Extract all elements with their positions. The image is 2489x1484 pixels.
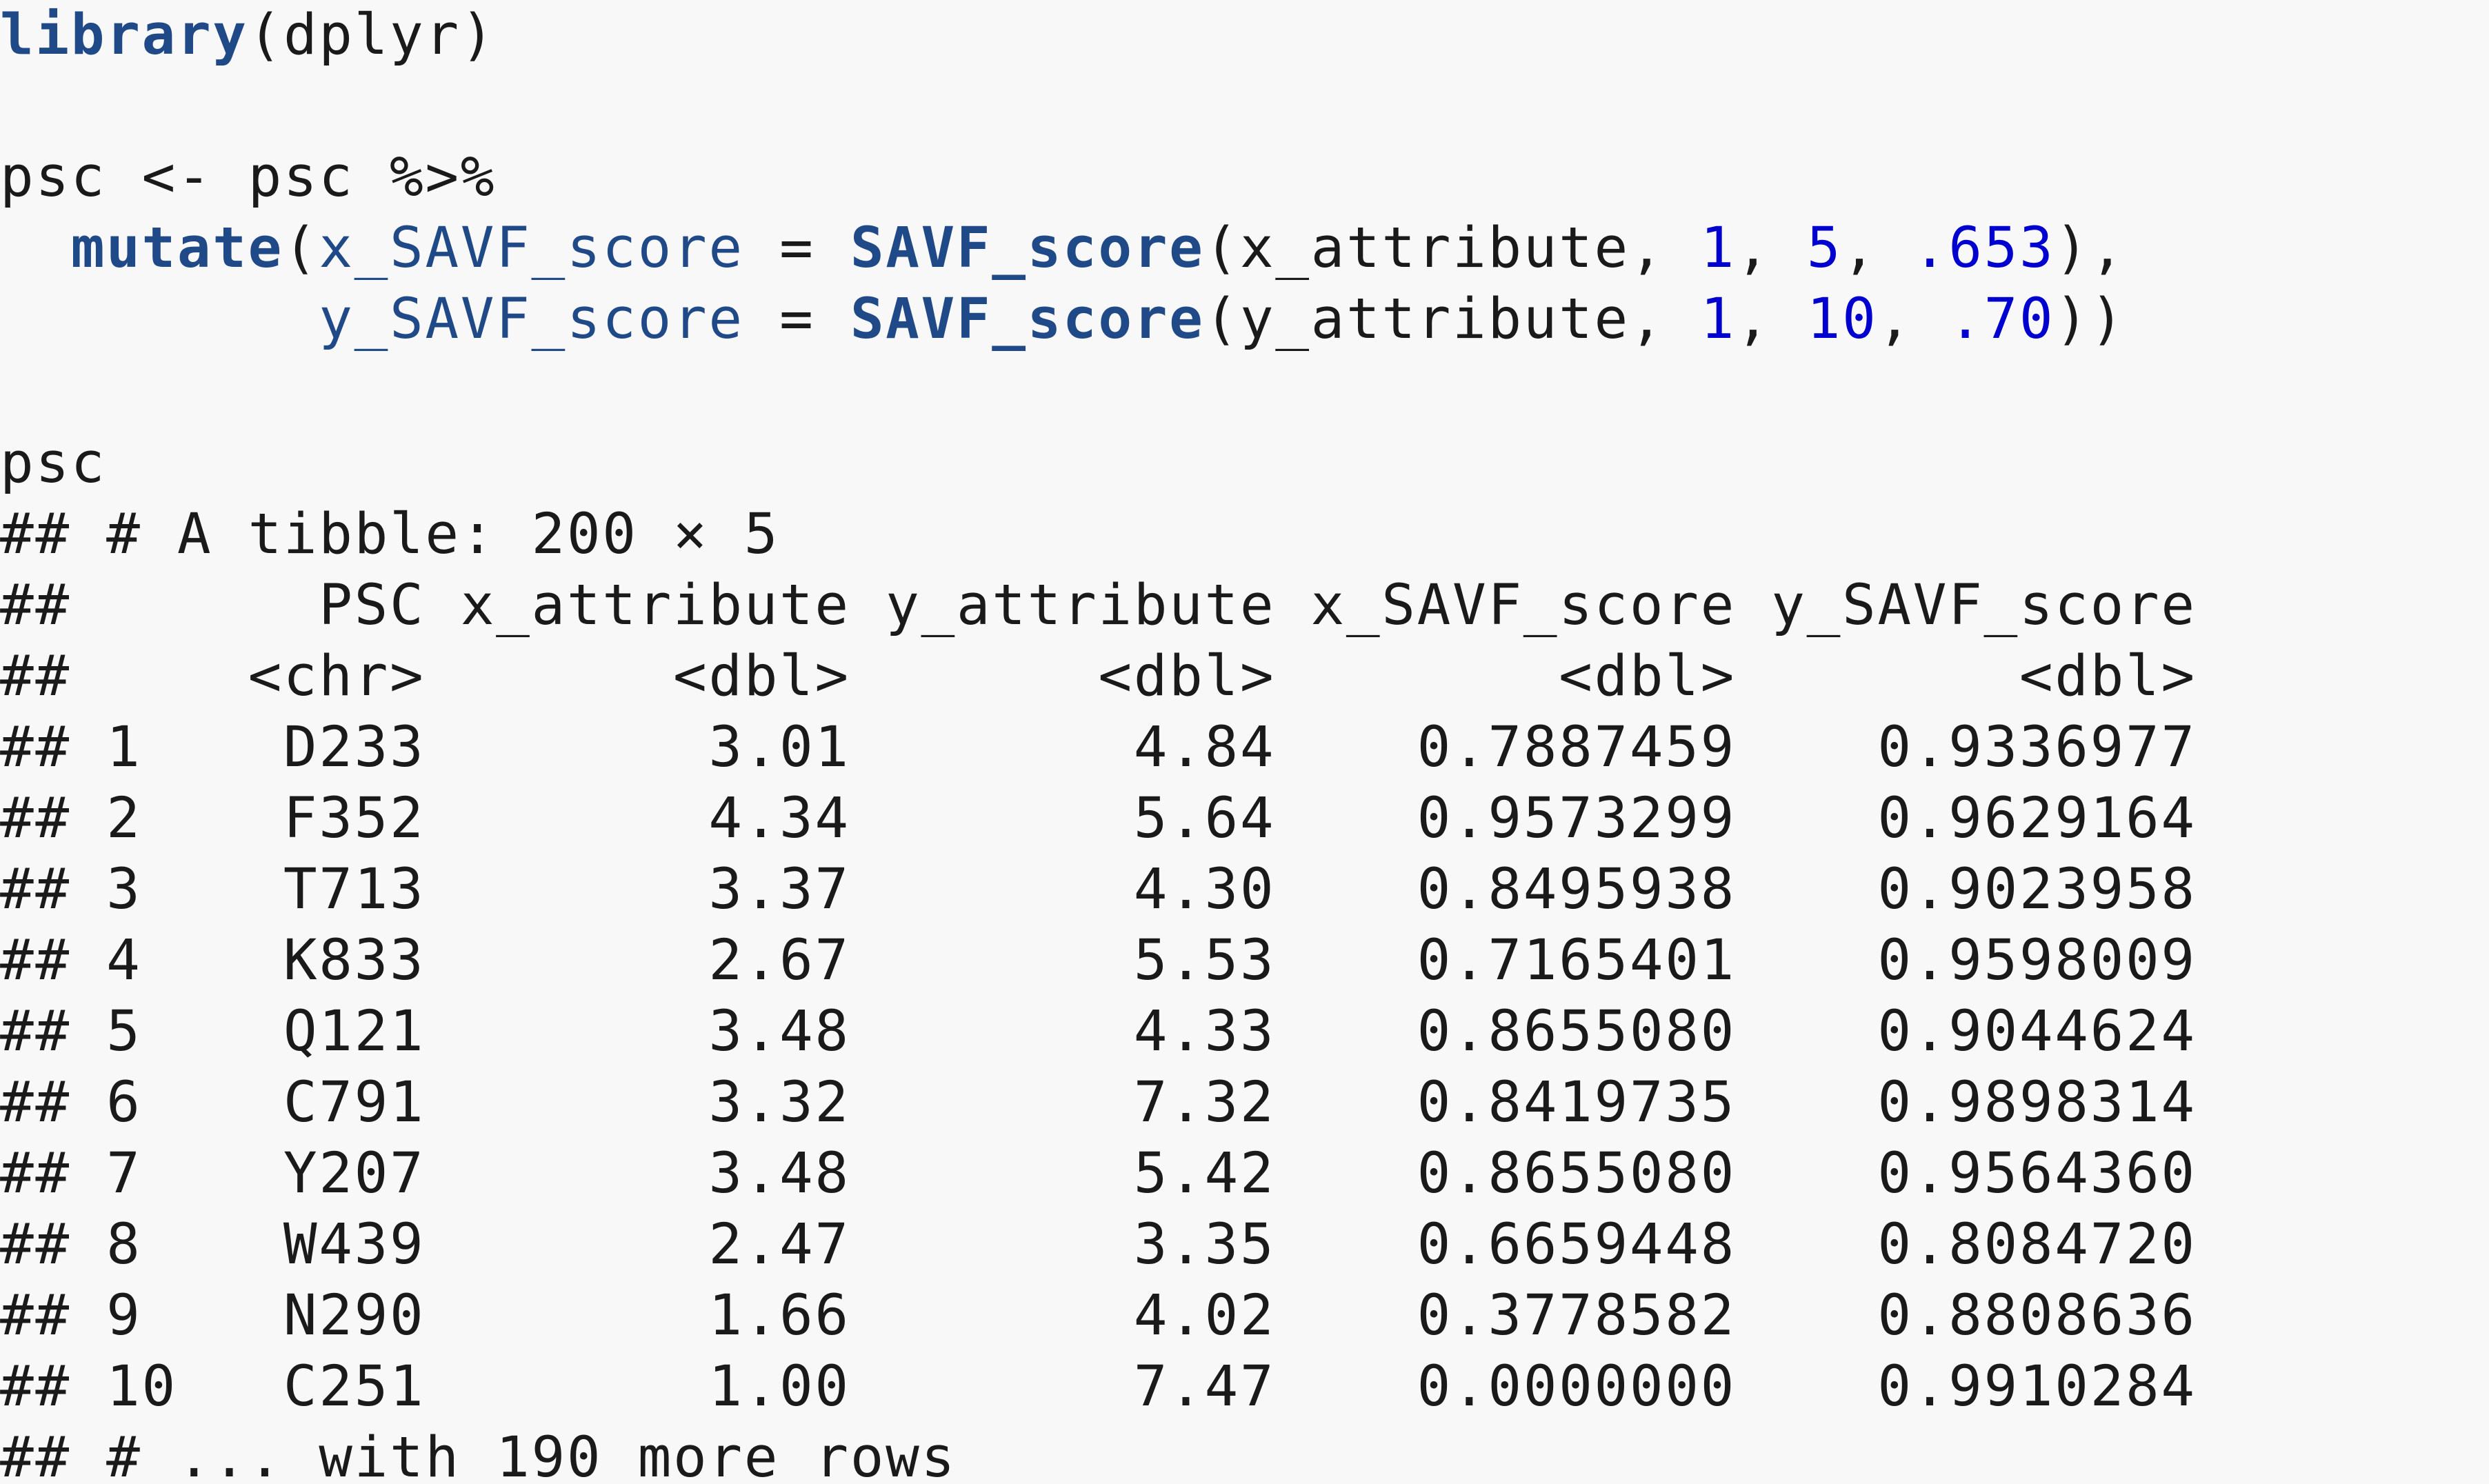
table-row: ## 1 D233 3.01 4.84 0.7887459 0.9336977 — [0, 715, 2197, 780]
number-literal: 10 — [1806, 287, 1878, 352]
table-row: ## 10 C251 1.00 7.47 0.0000000 0.9910284 — [0, 1354, 2197, 1419]
print-command: psc — [0, 431, 107, 496]
table-row: ## 2 F352 4.34 5.64 0.9573299 0.9629164 — [0, 786, 2197, 851]
table-row: ## 3 T713 3.37 4.30 0.8495938 0.9023958 — [0, 857, 2197, 922]
code-document: library(dplyr) psc <- psc %>% mutate(x_S… — [0, 0, 2489, 1484]
code-line-mutate: mutate(x_SAVF_score = SAVF_score(x_attri… — [70, 216, 2126, 281]
number-literal: 1 — [1700, 216, 1737, 281]
savf-score-function: SAVF_score — [850, 216, 1205, 281]
table-row: ## 8 W439 2.47 3.35 0.6659448 0.8084720 — [0, 1212, 2197, 1277]
table-footer: ## # ... with 190 more rows — [0, 1425, 957, 1484]
r-console-output: psc ## # A tibble: 200 × 5 ## PSC x_attrib… — [0, 428, 2197, 1484]
x-score-variable: x_SAVF_score — [319, 216, 744, 281]
table-column-types: ## <chr> <dbl> <dbl> <dbl> <dbl> — [0, 644, 2197, 709]
table-row: ## 6 C791 3.32 7.32 0.8419735 0.9898314 — [0, 1070, 2197, 1135]
y-score-variable: y_SAVF_score — [319, 287, 744, 352]
number-literal: 1 — [1700, 287, 1736, 352]
code-line-pipe: psc <- psc %>% — [0, 145, 497, 210]
table-header: ## PSC x_attribute y_attribute x_SAVF_sc… — [0, 573, 2197, 638]
library-function: library — [0, 3, 248, 68]
code-line-y-score: y_SAVF_score = SAVF_score(y_attribute, 1… — [319, 287, 2126, 352]
table-row: ## 7 Y207 3.48 5.42 0.8655080 0.9564360 — [0, 1141, 2197, 1206]
table-row: ## 4 K833 2.67 5.53 0.7165401 0.9598009 — [0, 928, 2197, 993]
number-literal: 5 — [1806, 216, 1843, 281]
number-literal: .70 — [1948, 287, 2055, 352]
table-row: ## 5 Q121 3.48 4.33 0.8655080 0.9044624 — [0, 999, 2197, 1064]
library-argument: (dplyr) — [248, 3, 497, 68]
table-row: ## 9 N290 1.66 4.02 0.3778582 0.8808636 — [0, 1283, 2197, 1348]
tibble-summary: ## # A tibble: 200 × 5 — [0, 502, 780, 567]
mutate-function: mutate — [70, 216, 283, 281]
number-literal: .653 — [1912, 216, 2055, 281]
code-line-library: library(dplyr) — [0, 0, 2126, 71]
r-code-chunk: library(dplyr) psc <- psc %>% mutate(x_S… — [0, 0, 2126, 355]
savf-score-function: SAVF_score — [850, 287, 1205, 352]
